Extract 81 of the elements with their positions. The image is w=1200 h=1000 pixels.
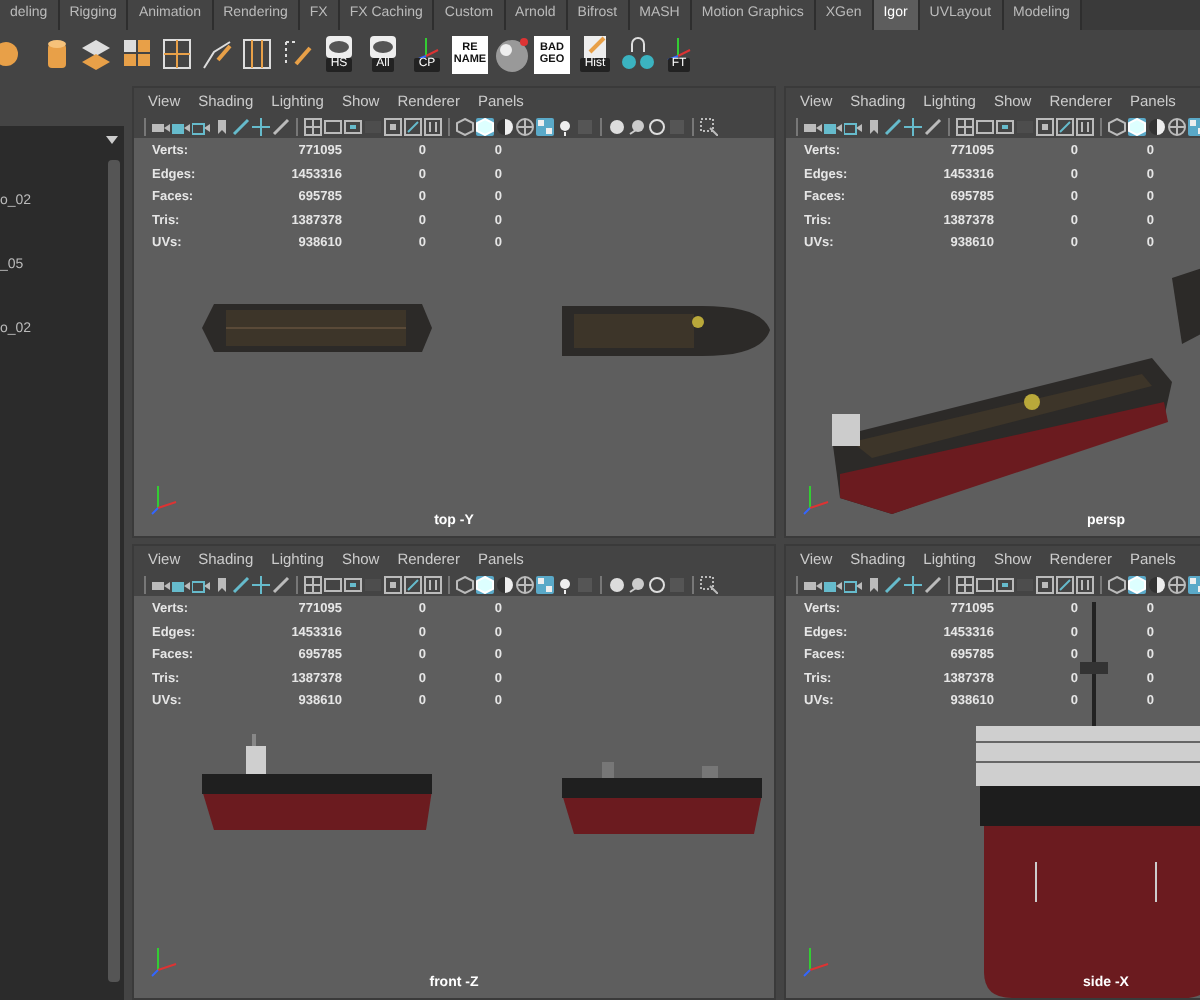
pencil-icon[interactable] [924, 575, 942, 593]
frame-icon[interactable] [1036, 575, 1054, 593]
axis-gizmo-icon [802, 480, 834, 516]
frame-icon[interactable] [424, 575, 442, 593]
camera-icon[interactable] [192, 575, 210, 593]
sphere-icon[interactable] [516, 117, 534, 135]
sphere-icon[interactable] [608, 117, 626, 135]
half-circle-icon[interactable] [496, 575, 514, 593]
frame-icon[interactable] [1056, 575, 1074, 593]
cursor-icon[interactable] [700, 117, 718, 135]
frame-icon[interactable] [384, 117, 402, 135]
half-circle-icon[interactable] [1148, 117, 1166, 135]
camera-icon[interactable] [844, 117, 862, 135]
cube-icon[interactable] [1108, 117, 1126, 135]
ball-icon[interactable] [628, 575, 646, 593]
frame-icon[interactable] [324, 117, 342, 135]
pencil-icon [578, 34, 612, 60]
checker-icon[interactable] [536, 575, 554, 593]
scrollbar[interactable] [108, 160, 120, 982]
frame-icon[interactable] [976, 117, 994, 135]
sphere-icon[interactable] [494, 36, 528, 72]
half-circle-icon[interactable] [1148, 575, 1166, 593]
grid-icon[interactable] [304, 117, 322, 135]
eye-icon [366, 34, 400, 60]
camera-icon[interactable] [192, 117, 210, 135]
sphere-icon[interactable] [516, 575, 534, 593]
cube-icon[interactable] [456, 117, 474, 135]
light-icon[interactable] [556, 117, 574, 135]
frame-icon[interactable] [1076, 117, 1094, 135]
move-icon[interactable] [904, 575, 922, 593]
ball-icon[interactable] [628, 117, 646, 135]
checker-icon[interactable] [536, 117, 554, 135]
glasses-icon[interactable] [620, 36, 654, 72]
frame-icon[interactable] [996, 117, 1014, 135]
axis-gizmo-icon [150, 480, 182, 516]
brush-icon[interactable] [884, 117, 902, 135]
pencil-icon[interactable] [272, 117, 290, 135]
cursor-icon[interactable] [700, 575, 718, 593]
light-icon[interactable] [556, 575, 574, 593]
move-icon[interactable] [252, 117, 270, 135]
grid-icon[interactable] [304, 575, 322, 593]
brush-icon[interactable] [232, 117, 250, 135]
pencil-icon[interactable] [200, 36, 234, 72]
half-circle-icon[interactable] [496, 117, 514, 135]
tiles-icon[interactable] [80, 36, 114, 72]
axis-gizmo-icon [150, 942, 182, 978]
frame-icon[interactable] [344, 575, 362, 593]
cube-icon[interactable] [456, 575, 474, 593]
ship-drawing [1172, 268, 1200, 348]
brush-icon[interactable] [232, 575, 250, 593]
frame-icon[interactable] [324, 575, 342, 593]
move-icon[interactable] [252, 575, 270, 593]
split-icon[interactable] [240, 36, 274, 72]
camera-icon[interactable] [844, 575, 862, 593]
frame-icon[interactable] [384, 575, 402, 593]
sphere-icon[interactable] [1168, 117, 1186, 135]
pencil-icon[interactable] [272, 575, 290, 593]
grid-icon[interactable] [956, 117, 974, 135]
brush-icon[interactable] [884, 575, 902, 593]
sphere-icon[interactable] [608, 575, 626, 593]
frame-icon[interactable] [424, 117, 442, 135]
pencil-icon[interactable] [924, 117, 942, 135]
frame-icon[interactable] [1076, 575, 1094, 593]
sphere-icon[interactable] [1168, 575, 1186, 593]
ring-icon[interactable] [648, 575, 666, 593]
frame-icon[interactable] [976, 575, 994, 593]
squares-icon[interactable] [120, 36, 154, 72]
ring-icon[interactable] [648, 117, 666, 135]
frame-icon[interactable] [1056, 117, 1074, 135]
frame-icon[interactable] [404, 575, 422, 593]
grid-icon[interactable] [160, 36, 194, 72]
eye-icon [322, 34, 356, 60]
frame-icon[interactable] [404, 117, 422, 135]
frame-icon[interactable] [344, 117, 362, 135]
move-icon[interactable] [904, 117, 922, 135]
grid-icon[interactable] [956, 575, 974, 593]
frame-icon[interactable] [996, 575, 1014, 593]
caret-icon [106, 135, 118, 143]
axis-gizmo-icon [802, 942, 834, 978]
frame-icon[interactable] [1036, 117, 1054, 135]
cube-icon[interactable] [1108, 575, 1126, 593]
